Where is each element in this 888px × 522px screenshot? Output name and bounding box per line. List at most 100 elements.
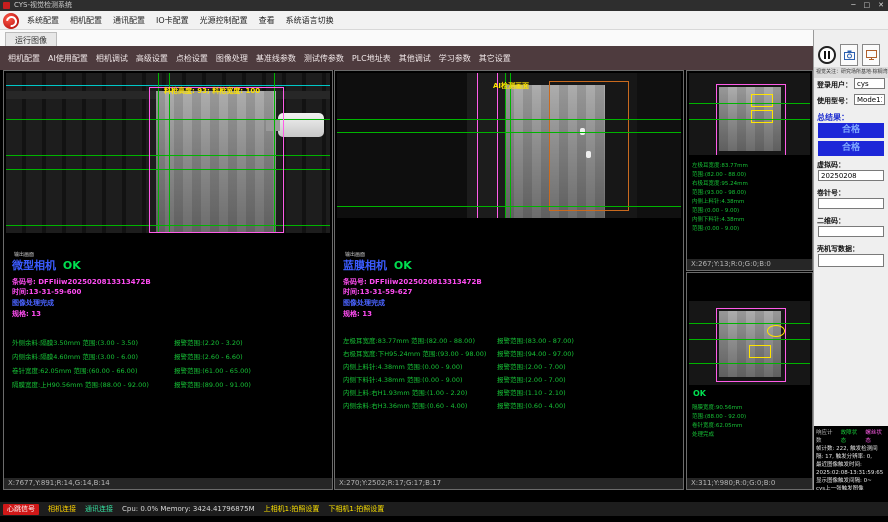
camera-capture-button[interactable] xyxy=(840,44,858,66)
toolbar-item-plc-address[interactable]: PLC地址表 xyxy=(352,53,391,64)
measure-row: 外侧余料:隔膜3.50mm 范围:(3.00 - 3.50)报警范围:(2.20… xyxy=(4,337,332,347)
toolbar-item-learn-params[interactable]: 学习参数 xyxy=(439,53,471,64)
camera-link-status: 相机连接 xyxy=(48,504,76,514)
overlay-yellow-ellipse xyxy=(767,325,785,337)
left-camera-panel: 料枪高度: 93; 料枪宽度: 100 输出画面 微型相机 OK 条码号: DF… xyxy=(3,70,333,490)
spec-text: 规格: 13 xyxy=(343,309,372,319)
right-info-panel: 视觉关注：研究场所基地·棕榈湾基地 登录用户： 使用型号： 总结果： 合格 合格… xyxy=(813,30,888,490)
camera-name: 蓝膜相机 xyxy=(343,259,387,272)
qr-code-field[interactable] xyxy=(818,226,884,237)
toolbar: 相机配置 AI使用配置 相机调试 高级设置 点检设置 图像处理 基准线参数 测试… xyxy=(0,46,813,70)
toolbar-item-ai-config[interactable]: AI使用配置 xyxy=(48,53,88,64)
toolbar-item-test-params[interactable]: 测试传参数 xyxy=(304,53,344,64)
cpu-memory-readout: Cpu: 0.0% Memory: 3424.41796875M xyxy=(122,505,255,513)
panel-caption: 视觉关注：研究场所基地·棕榈湾基地 xyxy=(814,67,888,78)
tab-row: 运行图像 xyxy=(0,30,813,47)
menu-item-system-config[interactable]: 系统配置 xyxy=(27,15,59,26)
center-camera-panel: AI检测画面 输出画面 蓝膜相机 OK 条码号: DFFIiiw20250208… xyxy=(334,70,684,490)
measure-row: 隔膜宽度:上H90.56mm 范围:(88.00 - 92.00)报警范围:(8… xyxy=(4,379,332,389)
thumb-top-image[interactable] xyxy=(689,73,810,155)
model-field[interactable] xyxy=(854,94,885,105)
toolbar-item-misc-settings[interactable]: 其它设置 xyxy=(479,53,511,64)
menu-item-io-config[interactable]: IO卡配置 xyxy=(156,15,189,26)
heartbeat-indicator: 心跳信号 xyxy=(3,504,39,515)
thumb-bottom-image[interactable] xyxy=(689,301,810,385)
result-box-2: 合格 xyxy=(818,141,884,156)
pause-button[interactable] xyxy=(818,46,836,64)
window-title: CYS-视觉检测系统 xyxy=(14,1,72,9)
brand-logo-icon xyxy=(3,13,19,29)
write-data-label: 壳机写数据： xyxy=(817,244,859,254)
stats-panel: 响应计数 故障状态 螺丝状态 帧计数: 222, 触发检测间 隔: 17, 触发… xyxy=(814,426,888,490)
toolbar-item-baseline-params[interactable]: 基准线参数 xyxy=(256,53,296,64)
toolbar-item-advanced-settings[interactable]: 高级设置 xyxy=(136,53,168,64)
thumb-camera-panel-bottom: OK 隔膜宽度:90.56mm 范围:(88.00 - 92.00) 卷针宽度:… xyxy=(686,272,813,490)
menu-item-comm-config[interactable]: 通讯配置 xyxy=(113,15,145,26)
menu-item-language[interactable]: 系统语言切换 xyxy=(286,15,334,26)
roi-rect xyxy=(149,87,284,233)
camera-result-line: 微型相机 OK xyxy=(12,257,81,273)
app-icon xyxy=(3,2,10,9)
menu-item-camera-config[interactable]: 相机配置 xyxy=(70,15,102,26)
barcode-text: 条码号: DFFIiiw2025020813313472B xyxy=(343,277,482,287)
toolbar-item-spot-check[interactable]: 点检设置 xyxy=(176,53,208,64)
left-camera-image[interactable]: 料枪高度: 93; 料枪宽度: 100 xyxy=(6,73,330,233)
measure-row: 内侧余料:右H3.36mm 范围:(0.60 - 4.00)报警范围:(0.60… xyxy=(335,400,683,410)
minimize-icon[interactable]: ─ xyxy=(851,0,855,11)
comm-link-status: 通讯连接 xyxy=(85,504,113,514)
overlay-measure-text: 料枪高度: 93; 料枪宽度: 100 xyxy=(164,86,260,96)
overlay-yellow-box xyxy=(749,345,771,358)
barcode-text: 条码号: DFFIiiw2025020813313472B xyxy=(12,277,151,287)
result-box-1: 合格 xyxy=(818,123,884,138)
measure-row: 左极耳宽度:83.77mm 范围:(82.00 - 88.00)报警范围:(83… xyxy=(335,335,683,345)
spec-text: 规格: 13 xyxy=(12,309,41,319)
measure-row: 内侧上料:右H1.93mm 范围:(1.00 - 2.20)报警范围:(1.10… xyxy=(335,387,683,397)
pixel-readout: X:311;Y:980;R:0;G:0;B:0 xyxy=(687,478,812,489)
result-ok: OK xyxy=(693,389,706,398)
monitor-icon xyxy=(866,50,877,60)
login-user-label: 登录用户： xyxy=(817,80,852,90)
overlay-green-line xyxy=(689,323,810,324)
close-icon[interactable]: ✕ xyxy=(878,0,884,11)
lower-camera-setting: 下相机1:拍照设置 xyxy=(328,504,384,514)
roller xyxy=(278,113,324,137)
overlay-ai-text: AI检测画面 xyxy=(493,81,529,91)
qr-code-label: 二维码： xyxy=(817,216,845,226)
result-ok: OK xyxy=(394,259,412,272)
time-text: 时间:13-31-59-600 xyxy=(12,287,81,297)
login-user-field[interactable] xyxy=(854,78,885,89)
upper-camera-setting: 上相机1:拍照设置 xyxy=(264,504,320,514)
write-data-field[interactable] xyxy=(818,254,884,267)
measure-row: 内侧上料针:4.38mm 范围:(0.00 - 9.00)报警范围:(2.00 … xyxy=(335,361,683,371)
maximize-icon[interactable]: □ xyxy=(864,0,871,11)
title-bar: CYS-视觉检测系统 ─ □ ✕ xyxy=(0,0,888,11)
camera-icon xyxy=(844,50,855,60)
thumb-measure-line: 左极耳宽度:83.77mm xyxy=(692,161,748,169)
camera-name: 微型相机 xyxy=(12,259,56,272)
thumb-camera-panel-top: 左极耳宽度:83.77mm 范围:(82.00 - 88.00) 右极耳宽度:9… xyxy=(686,70,813,271)
stats-line: 帧计数: 222, 触发检测间 xyxy=(816,445,886,453)
camera-view-button[interactable] xyxy=(862,44,880,66)
toolbar-item-image-processing[interactable]: 图像处理 xyxy=(216,53,248,64)
center-camera-image[interactable]: AI检测画面 xyxy=(337,73,681,218)
virtual-code-label: 虚拟码： xyxy=(817,160,845,170)
measure-row: 内侧下料针:4.38mm 范围:(0.00 - 9.00)报警范围:(2.00 … xyxy=(335,374,683,384)
total-result-label: 总结果： xyxy=(817,112,849,123)
toolbar-item-camera-debug[interactable]: 相机调试 xyxy=(96,53,128,64)
menu-item-light-config[interactable]: 光源控制配置 xyxy=(200,15,248,26)
needle-no-field[interactable] xyxy=(818,198,884,209)
pixel-readout: X:270;Y:2502;R:17;G:17;B:17 xyxy=(335,478,683,489)
quick-actions xyxy=(818,44,880,66)
process-status: 图像处理完成 xyxy=(12,298,54,308)
ai-roi-rect xyxy=(549,81,629,211)
overlay-green-line xyxy=(689,103,810,104)
virtual-code-field[interactable] xyxy=(818,170,884,181)
process-status: 图像处理完成 xyxy=(343,298,385,308)
toolbar-item-camera-config[interactable]: 相机配置 xyxy=(8,53,40,64)
menu-item-view[interactable]: 查看 xyxy=(259,15,275,26)
pixel-readout: X:7677,Y:891;R:14,G:14,B:14 xyxy=(4,478,332,489)
overlay-yellow-box xyxy=(751,94,773,107)
toolbar-item-other-debug[interactable]: 其他调试 xyxy=(399,53,431,64)
pixel-readout: X:267;Y:13;R:0;G:0;B:0 xyxy=(687,259,812,270)
app-window: CYS-视觉检测系统 ─ □ ✕ 系统配置 相机配置 通讯配置 IO卡配置 光源… xyxy=(0,0,888,522)
